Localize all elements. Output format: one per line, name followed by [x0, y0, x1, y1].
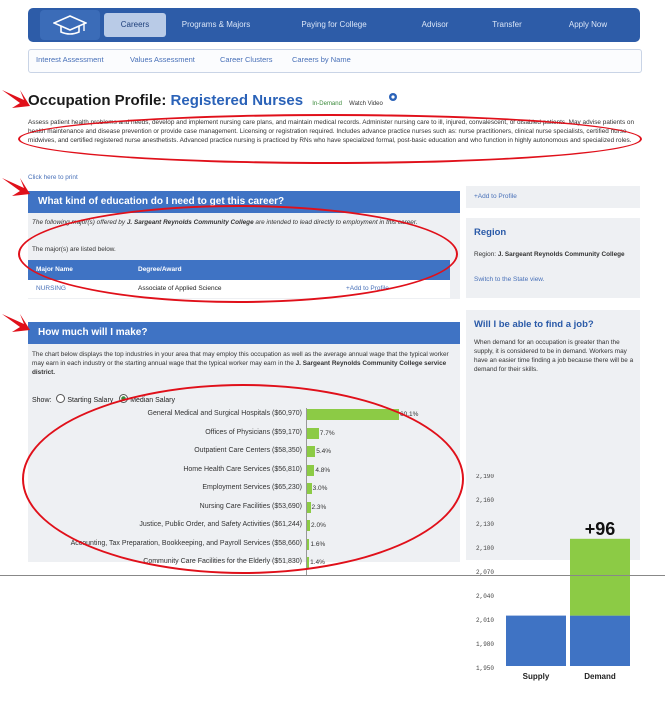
region-info: Region: J. Sargeant Reynolds Community C…: [474, 250, 634, 259]
y-tick-label: 2,040: [476, 593, 494, 600]
region-panel: Region Region: J. Sargeant Reynolds Comm…: [466, 218, 640, 298]
in-demand-badge: In-Demand: [312, 101, 342, 107]
chart-bar-increase: [570, 538, 630, 616]
job-heading: Will I be able to find a job?: [474, 319, 594, 330]
y-tick-label: 2,100: [476, 545, 494, 552]
show-label: Show:: [32, 397, 52, 404]
add-profile-box: +Add to Profile: [466, 186, 640, 208]
footer-divider: [0, 575, 665, 576]
y-tick-label: 2,010: [476, 617, 494, 624]
x-category-label: Demand: [584, 672, 616, 681]
job-text: When demand for an occupation is greater…: [474, 339, 634, 373]
watch-video-link[interactable]: Watch Video: [349, 101, 383, 107]
region-label: Region:: [474, 251, 497, 258]
video-camera-icon[interactable]: [387, 92, 399, 103]
annotation-arrow-icon: [2, 178, 30, 196]
tab-programs-majors[interactable]: Programs & Majors: [170, 13, 262, 37]
region-name: J. Sargeant Reynolds Community College: [497, 251, 625, 258]
supply-demand-svg: 2,1902,1602,1302,1002,0702,0402,0101,980…: [476, 473, 630, 681]
y-tick-label: 2,130: [476, 521, 494, 528]
job-outlook-panel: Will I be able to find a job? When deman…: [466, 310, 640, 681]
annotation-ellipse-education: [18, 205, 458, 303]
chart-bar-base: [506, 615, 566, 666]
demand-increase-label: +96: [585, 519, 616, 539]
subnav-career-clusters[interactable]: Career Clusters: [220, 55, 273, 64]
y-tick-label: 1,980: [476, 641, 494, 648]
starting-salary-label: Starting Salary: [67, 397, 114, 404]
tab-advisor[interactable]: Advisor: [410, 13, 460, 37]
subnav-careers-by-name[interactable]: Careers by Name: [292, 55, 351, 64]
salary-text: The chart below displays the top industr…: [32, 350, 454, 377]
switch-state-view-link[interactable]: Switch to the State view.: [474, 276, 544, 283]
annotation-ellipse-salary: [22, 384, 464, 574]
y-tick-label: 1,950: [476, 665, 494, 672]
page-title: Occupation Profile: Registered Nurses In…: [28, 92, 399, 109]
sidebar-add-to-profile[interactable]: +Add to Profile: [474, 193, 517, 200]
radio-starting-salary[interactable]: Starting Salary: [56, 394, 115, 404]
region-heading: Region: [474, 227, 507, 238]
tab-apply-now[interactable]: Apply Now: [556, 13, 620, 37]
annotation-arrow-icon: [2, 314, 30, 332]
print-link[interactable]: Click here to print: [28, 174, 78, 181]
y-tick-label: 2,160: [476, 497, 494, 504]
subnav-values-assessment[interactable]: Values Assessment: [130, 55, 195, 64]
tab-paying-for-college[interactable]: Paying for College: [284, 13, 384, 37]
subnav-interest-assessment[interactable]: Interest Assessment: [36, 55, 104, 64]
annotation-ellipse-description: [18, 114, 642, 164]
salary-heading: How much will I make?: [28, 322, 460, 344]
title-prefix: Occupation Profile:: [28, 92, 167, 109]
annotation-arrow-icon: [2, 90, 30, 108]
occupation-name: Registered Nurses: [170, 92, 304, 109]
major-nursing-link[interactable]: NURSING: [36, 285, 66, 292]
x-category-label: Supply: [523, 672, 550, 681]
y-tick-label: 2,190: [476, 474, 494, 480]
tab-transfer[interactable]: Transfer: [482, 13, 532, 37]
chart-bar-base: [570, 615, 630, 666]
tab-careers[interactable]: Careers: [104, 13, 166, 37]
graduation-cap-logo-icon[interactable]: [40, 10, 100, 40]
supply-demand-chart: 2,190 2,160 2,130 2,100 2,070 2,040 2,010 1,980…: [470, 473, 636, 706]
